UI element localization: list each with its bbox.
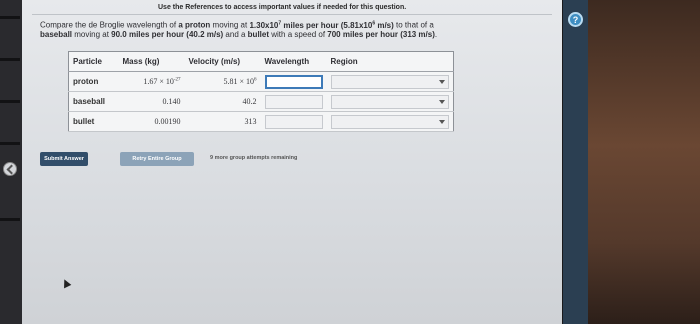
question-text: moving at — [210, 20, 250, 30]
wavelength-input[interactable] — [264, 74, 323, 89]
header-mass: Mass (kg) — [118, 51, 185, 72]
submit-answer-button[interactable]: Submit Answer — [40, 152, 88, 166]
question-circle-icon[interactable]: ? — [568, 12, 583, 27]
chevron-down-icon — [438, 99, 445, 104]
velocity-cell: 5.81 × 106 — [184, 71, 261, 92]
question-text: moving at — [72, 30, 112, 39]
table-row: proton 1.67 × 10-27 5.81 × 106 — [68, 71, 453, 92]
question-line-2: baseball moving at 90.0 miles per hour (… — [40, 30, 437, 39]
particle-table: Particle Mass (kg) Velocity (m/s) Wavele… — [68, 51, 454, 132]
region-cell — [326, 71, 453, 92]
header-wavelength: Wavelength — [260, 51, 327, 72]
particle-cell: baseball — [68, 91, 119, 112]
region-select[interactable] — [330, 114, 449, 129]
frame-tick — [0, 100, 20, 103]
wavelength-input[interactable] — [264, 94, 323, 109]
right-sidebar — [563, 0, 588, 324]
frame-tick — [0, 142, 20, 145]
region-cell — [326, 91, 453, 112]
question-baseball-speed: 90.0 miles per hour (40.2 m/s) — [111, 30, 224, 39]
wavelength-input[interactable] — [264, 114, 323, 129]
mass-cell: 1.67 × 10-27 — [118, 71, 185, 92]
references-note: Use the References to access important v… — [158, 4, 407, 11]
header-particle: Particle — [68, 51, 119, 72]
question-text: Compare the de Broglie wavelength of — [40, 20, 179, 30]
frame-tick — [0, 218, 20, 221]
collapse-chevron-icon[interactable] — [3, 162, 17, 176]
table-row: baseball 0.140 40.2 — [68, 91, 453, 112]
question-speed-mph: 1.30x107 miles per hour — [249, 20, 339, 30]
background-photo-area — [588, 0, 700, 324]
question-text: to that of a — [393, 20, 434, 30]
region-select[interactable] — [330, 94, 449, 109]
question-particle-baseball: baseball — [40, 30, 73, 39]
header-region: Region — [326, 51, 453, 72]
wavelength-cell — [260, 71, 327, 92]
frame-tick — [0, 16, 20, 19]
divider — [32, 14, 552, 15]
question-line-1: Compare the de Broglie wavelength of a p… — [40, 20, 434, 30]
velocity-cell: 313 — [184, 111, 261, 132]
table-row: bullet 0.00190 313 — [68, 111, 453, 132]
wavelength-cell — [260, 91, 327, 112]
frame-tick — [0, 58, 20, 61]
question-speed-ms: (5.81x106 m/s) — [338, 20, 394, 30]
question-panel — [22, 0, 562, 324]
region-cell — [326, 111, 453, 132]
region-select[interactable] — [330, 74, 449, 89]
question-text: . — [434, 30, 438, 39]
chevron-down-icon — [438, 79, 445, 84]
chevron-down-icon — [438, 119, 445, 124]
velocity-cell: 40.2 — [184, 91, 261, 112]
mass-cell: 0.00190 — [118, 111, 185, 132]
question-particle-bullet: bullet — [247, 30, 270, 39]
question-bullet-speed: 700 miles per hour (313 m/s) — [327, 30, 435, 39]
header-velocity: Velocity (m/s) — [184, 51, 261, 72]
particle-cell: proton — [68, 71, 119, 92]
attempts-remaining: 9 more group attempts remaining — [210, 155, 298, 161]
question-particle-proton: a proton — [178, 20, 211, 30]
table-header-row: Particle Mass (kg) Velocity (m/s) Wavele… — [68, 51, 453, 72]
wavelength-cell — [260, 111, 327, 132]
particle-cell: bullet — [68, 111, 119, 132]
question-text: and a — [223, 30, 248, 39]
question-text: with a speed of — [269, 30, 328, 39]
retry-group-button[interactable]: Retry Entire Group — [120, 152, 194, 166]
mass-cell: 0.140 — [118, 91, 185, 112]
